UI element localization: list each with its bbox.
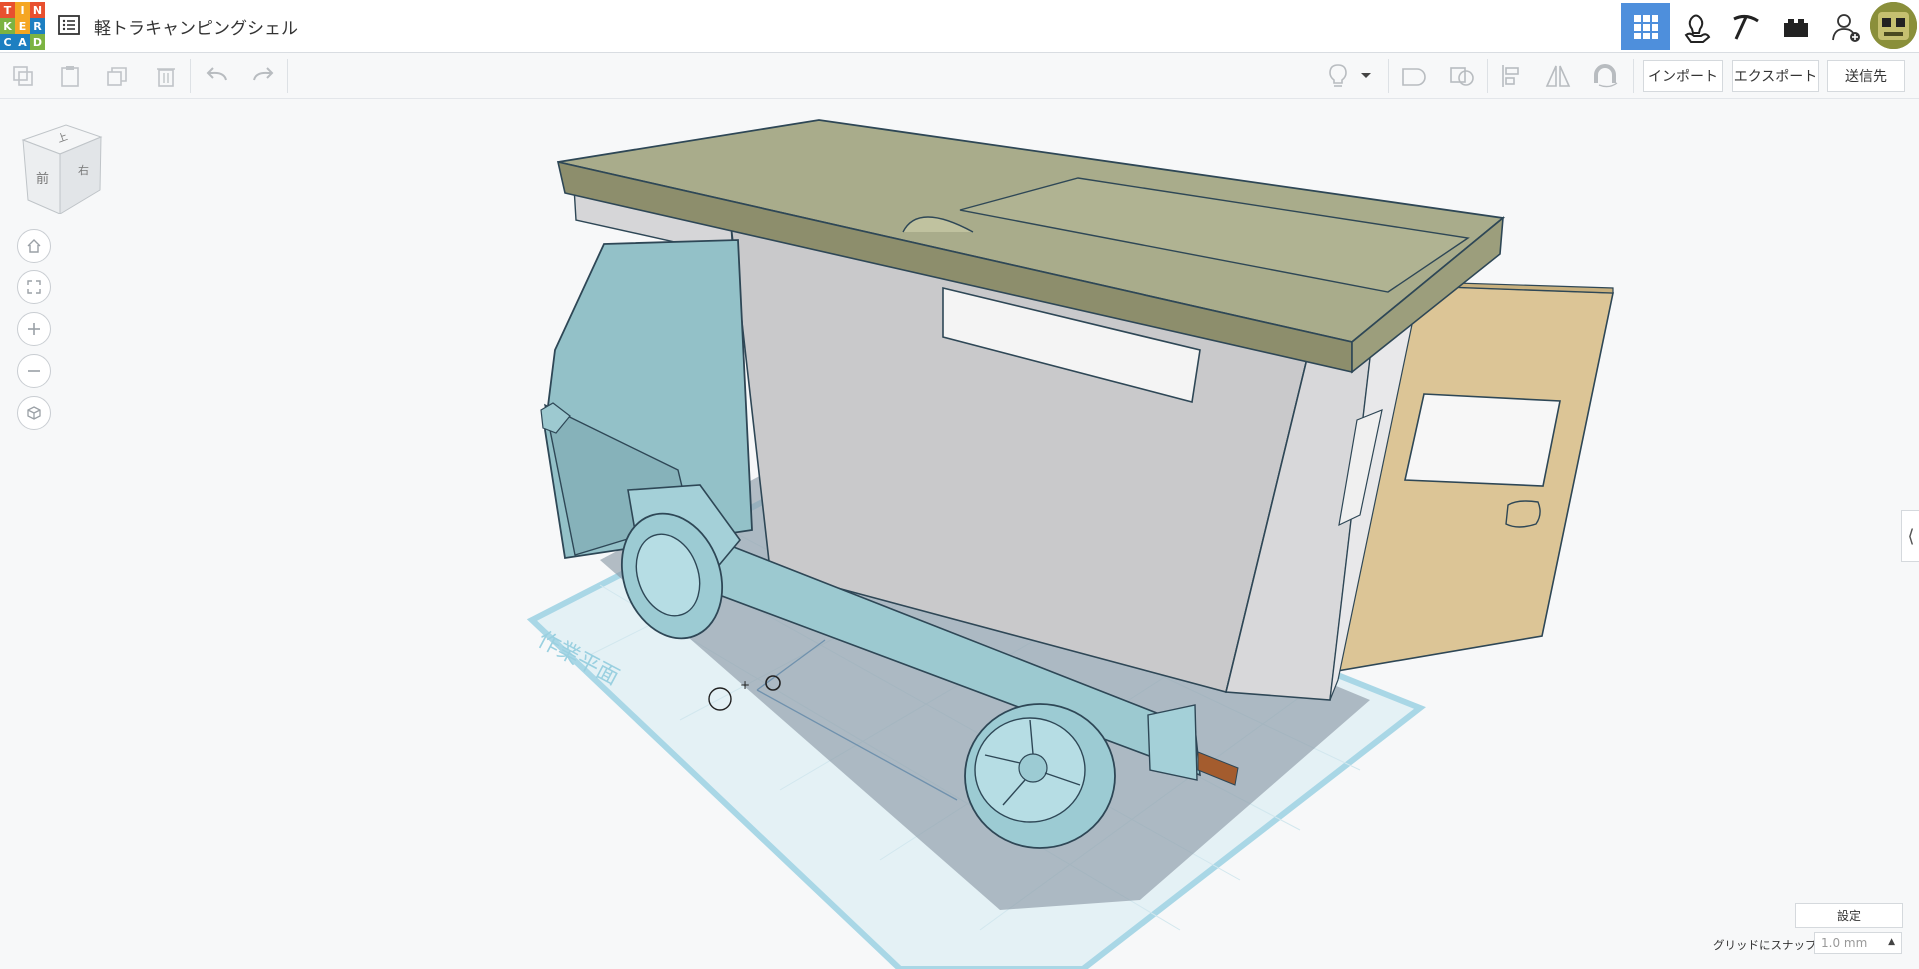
add-user-icon [1831,13,1860,42]
view-cube-front-label[interactable]: 前 [36,168,49,187]
show-shapes-button[interactable] [1323,61,1353,91]
minecraft-mode-button[interactable] [1721,3,1770,50]
design-list-icon[interactable] [58,14,80,36]
blocks-mode-button[interactable] [1671,3,1720,50]
top-bar: T I N K E R C A D 軽トラキャンピングシェル [0,0,1919,53]
cruise-button[interactable] [1590,61,1620,91]
undo-button[interactable] [202,61,232,91]
fit-view-icon [27,280,41,294]
export-button[interactable]: エクスポート [1732,60,1819,92]
project-title[interactable]: 軽トラキャンピングシェル [94,14,298,39]
perspective-toggle-button[interactable] [17,396,51,430]
svg-text:+: + [740,678,750,692]
logo-letter: A [15,34,30,50]
paste-icon [61,66,79,87]
3d-design-mode-button[interactable] [1621,3,1670,50]
user-avatar[interactable] [1870,2,1917,49]
copy-icon [13,66,33,86]
send-to-button[interactable]: 送信先 [1827,60,1905,92]
redo-icon [253,67,274,81]
perspective-icon [27,406,41,420]
dropdown-arrow-icon [1361,73,1371,78]
panel-collapse-button[interactable]: ⟨ [1901,510,1919,562]
logo-letter: D [30,34,45,50]
brick-icon [1783,18,1808,37]
fit-view-button[interactable] [17,270,51,304]
ungroup-icon [1450,67,1474,86]
zoom-in-button[interactable] [17,312,51,346]
paste-button[interactable] [55,61,85,91]
logo-letter: I [15,2,30,18]
logo-letter: K [0,18,15,34]
logo-letter: T [0,2,15,18]
pickaxe-icon [1732,14,1759,40]
zoom-out-icon [28,370,40,372]
snap-grid-label: グリッドにスナップ [1713,938,1817,952]
redo-button[interactable] [248,61,278,91]
undo-icon [206,67,227,81]
show-shapes-dropdown[interactable] [1359,61,1373,91]
invite-user-button[interactable] [1821,3,1870,50]
snap-grid-select[interactable]: 1.0 mm ▲ [1814,932,1902,954]
ruler-labels: + [740,678,750,692]
home-view-button[interactable] [17,229,51,263]
view-cube-right-label[interactable]: 右 [78,162,89,178]
view-cube[interactable]: 上 前 右 [18,122,108,215]
import-button[interactable]: インポート [1643,60,1723,92]
logo-letter: N [30,2,45,18]
group-icon [1402,68,1426,86]
chevron-up-icon: ▲ [1888,937,1895,947]
delete-button[interactable] [151,61,181,91]
duplicate-icon [107,67,127,86]
light-bulb-icon [1329,64,1347,87]
align-button[interactable] [1497,61,1527,91]
align-icon [1502,65,1519,87]
logo-letter: E [15,18,30,34]
copy-button[interactable] [8,61,38,91]
group-button[interactable] [1399,61,1429,91]
rear-wheel[interactable] [964,703,1116,849]
logo-letter: C [0,34,15,50]
duplicate-button[interactable] [102,61,132,91]
zoom-in-icon [28,323,40,335]
delete-icon [157,68,175,87]
3d-viewport[interactable]: + [0,99,1919,969]
magnet-icon [1594,64,1618,88]
ungroup-button[interactable] [1447,61,1477,91]
edit-toolbar: インポート エクスポート 送信先 [0,53,1919,99]
chevron-left-icon: ⟨ [1907,525,1915,547]
mirror-icon [1545,65,1571,87]
bulb-hand-icon [1684,14,1710,43]
lego-mode-button[interactable] [1771,3,1820,50]
mirror-button[interactable] [1543,61,1573,91]
tinkercad-logo[interactable]: T I N K E R C A D [0,2,45,50]
home-icon [27,239,41,253]
zoom-out-button[interactable] [17,354,51,388]
settings-button[interactable]: 設定 [1795,903,1903,928]
logo-letter: R [30,18,45,34]
snap-grid-value: 1.0 mm [1821,936,1868,950]
grid-icon [1633,14,1658,39]
